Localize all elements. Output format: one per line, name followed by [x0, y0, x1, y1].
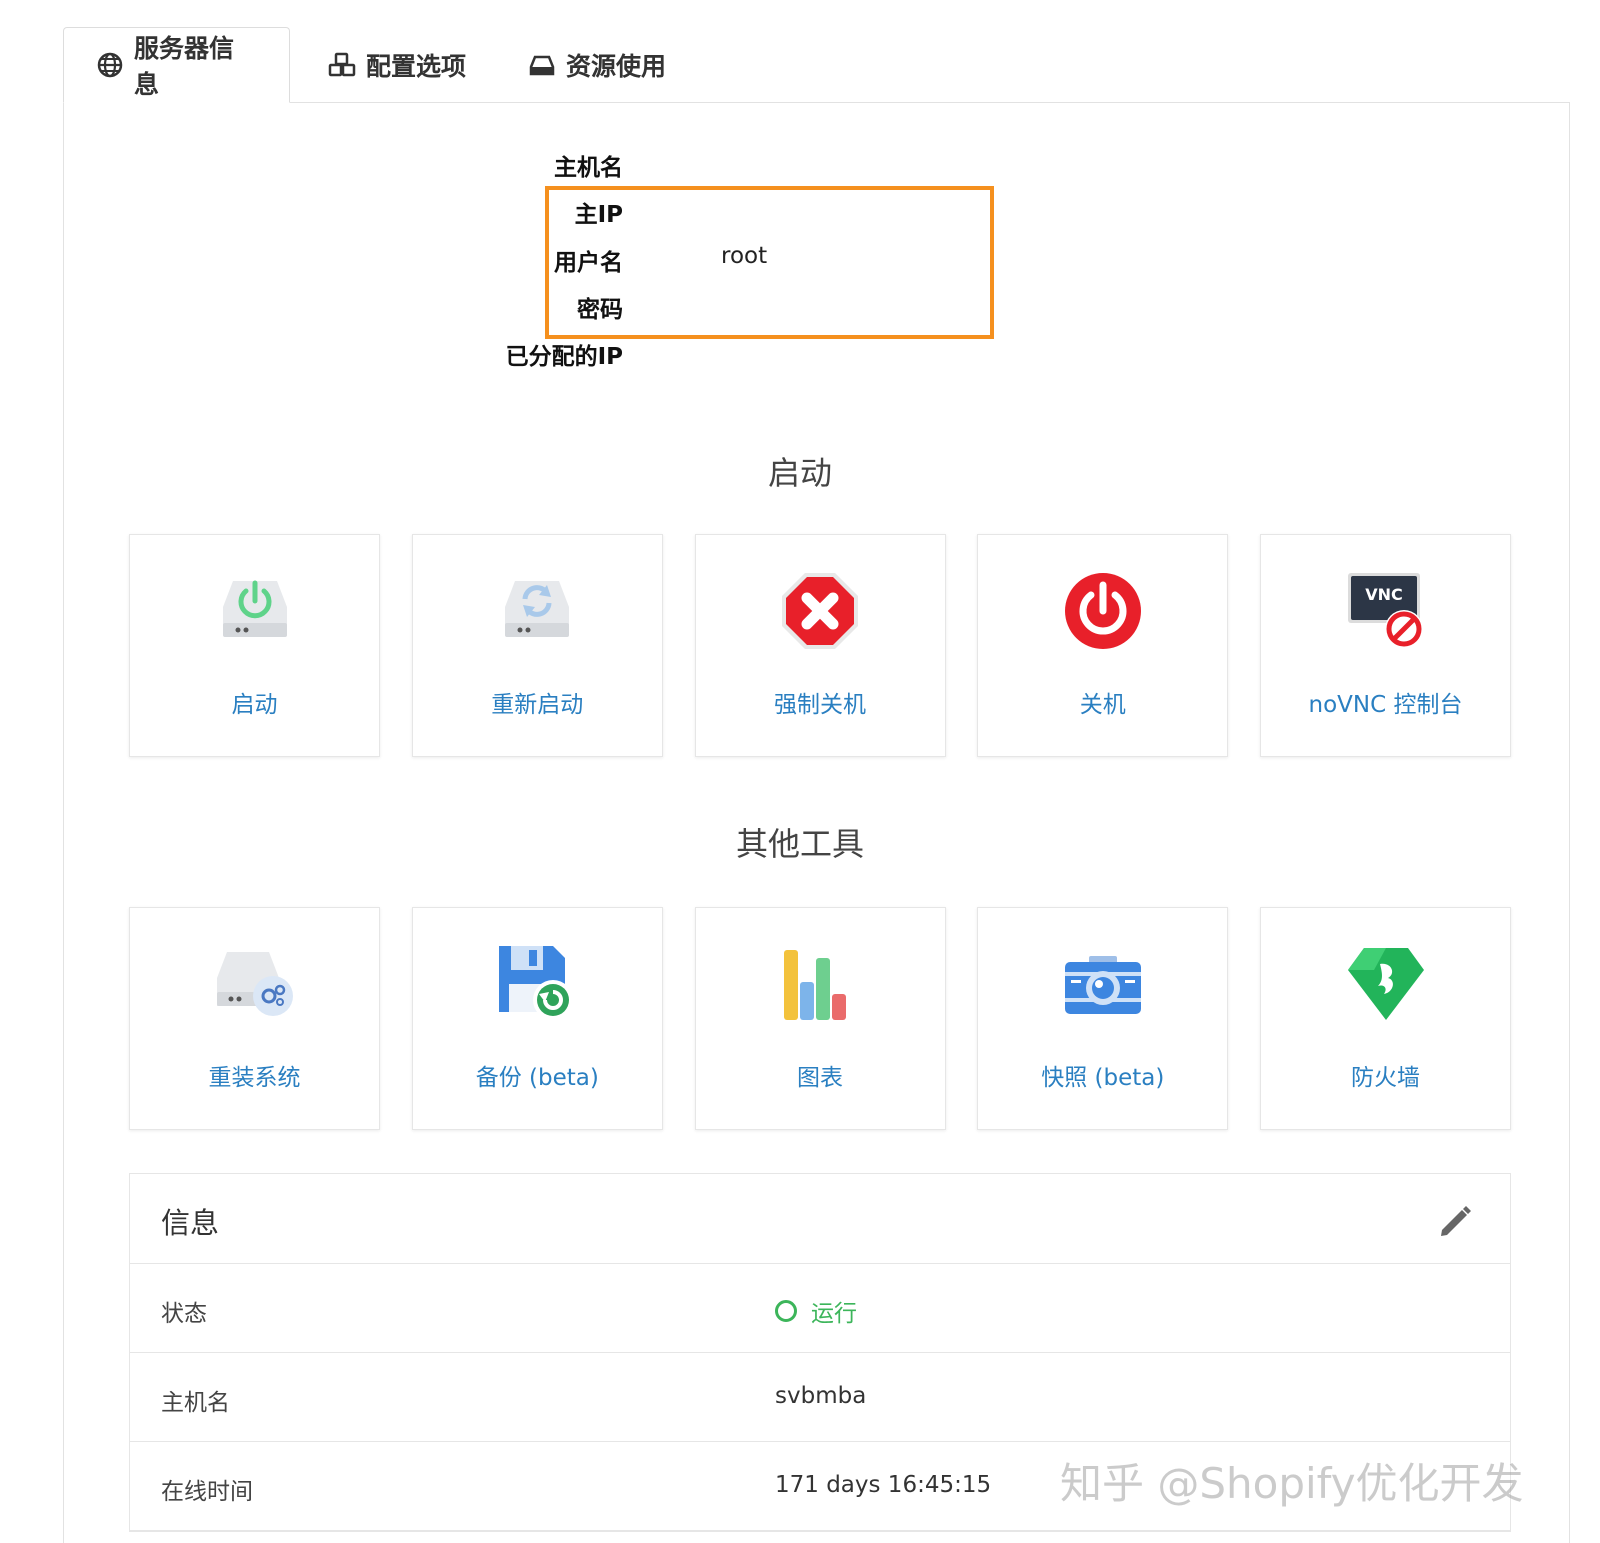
- card-label: 重新启动: [491, 692, 584, 718]
- tab-bar: 服务器信息 配置选项 资源使用: [63, 27, 698, 103]
- backup-icon: [495, 942, 579, 1026]
- cubes-icon: [328, 51, 356, 79]
- vnc-console-icon: VNC: [1344, 569, 1428, 653]
- card-label: 重装系统: [208, 1065, 301, 1091]
- status-circle-icon: [775, 1300, 797, 1322]
- uptime-label: 在线时间: [161, 1479, 253, 1505]
- firewall-icon: [1344, 942, 1428, 1026]
- status-badge: 运行: [811, 1301, 857, 1327]
- force-stop-icon: [778, 569, 862, 653]
- assigned-ip-label: 已分配的IP: [505, 344, 623, 370]
- password-label: 密码: [577, 297, 623, 323]
- info-panel-title: 信息: [161, 1206, 220, 1240]
- backup-button[interactable]: 备份 (beta): [411, 907, 663, 1130]
- shutdown-button[interactable]: 关机: [977, 534, 1229, 757]
- table-row: 状态 运行: [130, 1264, 1510, 1353]
- novnc-console-button[interactable]: VNC noVNC 控制台: [1260, 534, 1511, 757]
- svg-text:VNC: VNC: [1365, 585, 1403, 604]
- card-label: 图表: [797, 1065, 843, 1091]
- card-label: 备份 (beta): [475, 1065, 599, 1091]
- card-label: 防火墙: [1351, 1065, 1420, 1091]
- card-label: 关机: [1079, 692, 1126, 718]
- tools-cards: 重装系统 备份 (beta) 图表 快照 (beta) 防火墙: [129, 907, 1511, 1130]
- watermark: 知乎 @Shopify优化开发: [1060, 1459, 1524, 1508]
- card-label: 强制关机: [774, 692, 866, 718]
- charts-icon: [778, 942, 862, 1026]
- card-label: 启动: [231, 692, 278, 718]
- snapshot-icon: [1061, 942, 1145, 1026]
- restart-button[interactable]: 重新启动: [411, 534, 663, 757]
- status-value: 运行: [775, 1294, 857, 1328]
- tab-resource-usage[interactable]: 资源使用: [496, 27, 698, 103]
- hostname-row-value: svbmba: [775, 1383, 867, 1409]
- globe-icon: [96, 51, 124, 79]
- tab-label: 配置选项: [366, 52, 467, 81]
- uptime-value: 171 days 16:45:15: [775, 1472, 992, 1498]
- force-shutdown-button[interactable]: 强制关机: [694, 534, 946, 757]
- pencil-icon[interactable]: [1436, 1202, 1474, 1240]
- snapshot-button[interactable]: 快照 (beta): [977, 907, 1229, 1130]
- tab-label: 资源使用: [566, 52, 667, 81]
- firewall-button[interactable]: 防火墙: [1260, 907, 1511, 1130]
- card-label: noVNC 控制台: [1308, 692, 1463, 718]
- card-label: 快照 (beta): [1041, 1065, 1165, 1091]
- server-power-icon: [213, 569, 297, 653]
- username-label: 用户名: [554, 250, 623, 276]
- tab-config-options[interactable]: 配置选项: [296, 27, 498, 103]
- status-label: 状态: [161, 1301, 207, 1327]
- server-restart-icon: [495, 569, 579, 653]
- power-off-icon: [1061, 569, 1145, 653]
- info-panel-header: 信息: [130, 1174, 1510, 1264]
- power-section-title: 启动: [767, 454, 832, 492]
- main-ip-label: 主IP: [574, 202, 623, 228]
- tools-section-title: 其他工具: [735, 825, 864, 863]
- power-cards: 启动 重新启动 强制关机 关机 VNC noVNC 控制台: [129, 534, 1511, 757]
- reinstall-button[interactable]: 重装系统: [129, 907, 380, 1130]
- charts-button[interactable]: 图表: [694, 907, 946, 1130]
- table-row: 主机名 svbmba: [130, 1353, 1510, 1442]
- start-button[interactable]: 启动: [129, 534, 380, 757]
- reinstall-icon: [213, 942, 297, 1026]
- hdd-icon: [528, 51, 556, 79]
- hostname-label: 主机名: [554, 155, 623, 181]
- tab-server-info[interactable]: 服务器信息: [63, 27, 290, 103]
- hostname-row-label: 主机名: [161, 1390, 230, 1416]
- credentials-highlight-box: [545, 186, 994, 339]
- tab-label: 服务器信息: [134, 34, 235, 99]
